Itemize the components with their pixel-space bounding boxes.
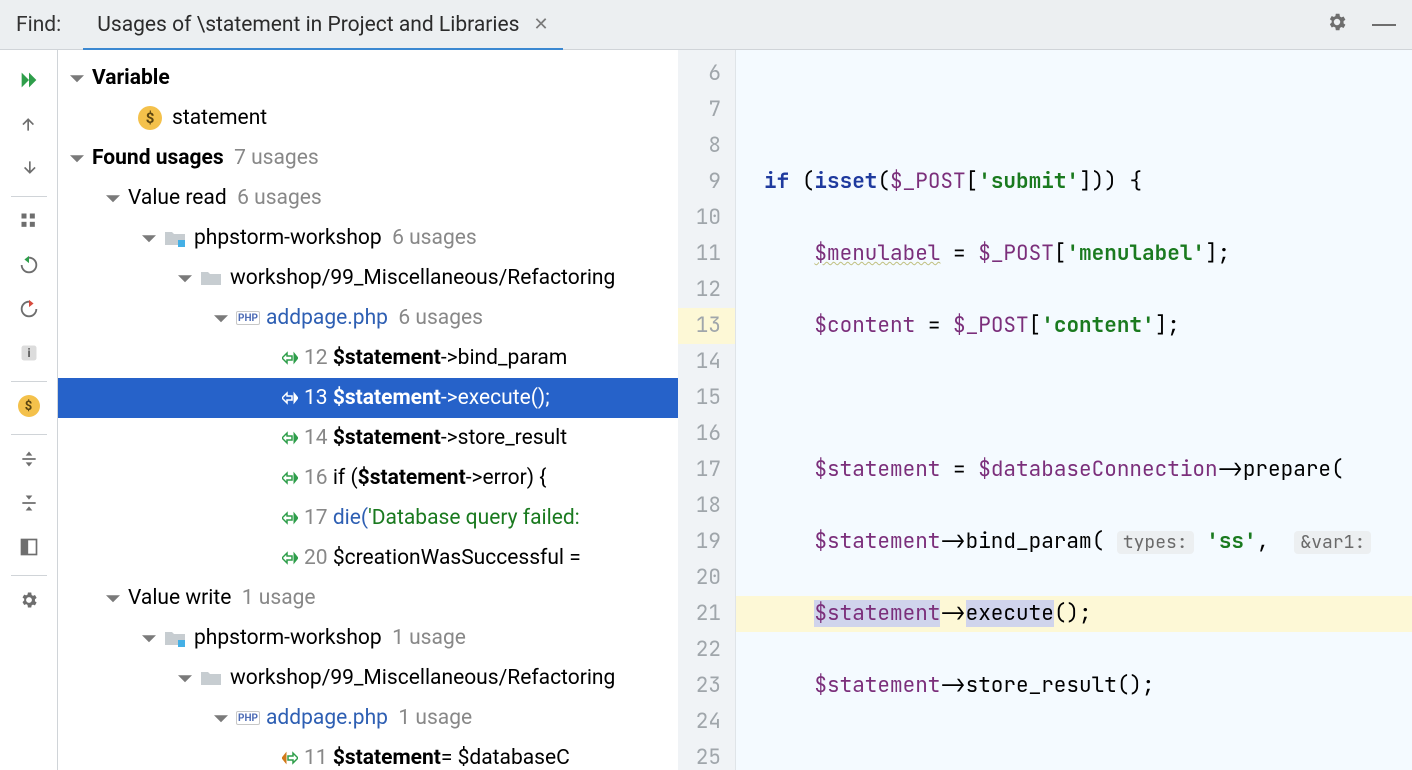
chevron-down-icon[interactable] <box>68 151 86 165</box>
usage-row[interactable]: 11 $statement = $databaseC <box>58 738 678 770</box>
variable-name: statement <box>172 106 267 130</box>
chevron-down-icon[interactable] <box>212 311 230 325</box>
read-usage-icon <box>282 551 298 565</box>
expand-icon[interactable] <box>9 439 49 479</box>
usage-row[interactable]: 16 if ($statement->error) { <box>58 458 678 498</box>
project-folder-icon <box>164 629 186 647</box>
read-usage-icon <box>282 351 298 365</box>
info-icon[interactable]: i <box>9 333 49 373</box>
read-usage-icon <box>282 471 298 485</box>
variable-badge-icon: $ <box>138 106 162 130</box>
settings-icon[interactable] <box>9 580 49 620</box>
usage-row[interactable]: 17 die('Database query failed: <box>58 498 678 538</box>
found-usages-heading: Found usages <box>92 146 224 170</box>
write-usage-icon <box>282 751 298 765</box>
find-toolbar: Find: Usages of \statement in Project an… <box>0 0 1412 50</box>
read-usage-icon <box>282 391 298 405</box>
chevron-down-icon[interactable] <box>212 711 230 725</box>
folder-icon <box>200 669 222 687</box>
group-icon[interactable] <box>9 201 49 241</box>
code-preview: 678910111213141516171819202122232425 if … <box>678 50 1412 770</box>
chevron-down-icon[interactable] <box>176 271 194 285</box>
usage-row[interactable]: 12 $statement->bind_param <box>58 338 678 378</box>
folder-icon <box>200 269 222 287</box>
chevron-down-icon[interactable] <box>68 71 86 85</box>
prev-icon[interactable] <box>9 104 49 144</box>
gutter: 678910111213141516171819202122232425 <box>678 50 736 770</box>
variable-heading: Variable <box>92 66 170 90</box>
project-name: phpstorm-workshop <box>194 226 382 250</box>
rerun-icon[interactable] <box>9 60 49 100</box>
close-icon[interactable]: ✕ <box>533 14 548 35</box>
gear-icon[interactable] <box>1326 11 1348 38</box>
find-label: Find: <box>16 13 61 37</box>
found-count: 7 usages <box>234 146 319 170</box>
tab-title: Usages of \statement in Project and Libr… <box>97 13 519 37</box>
dollar-icon[interactable]: $ <box>9 386 49 426</box>
export-green-icon[interactable] <box>9 245 49 285</box>
php-file-icon: PHP <box>236 311 260 325</box>
code-area[interactable]: if (isset($_POST['submit'])) { $menulabe… <box>736 50 1412 770</box>
read-usage-icon <box>282 511 298 525</box>
chevron-down-icon[interactable] <box>140 231 158 245</box>
read-usage-icon <box>282 431 298 445</box>
usage-row-selected[interactable]: 13 $statement->execute(); <box>58 378 678 418</box>
chevron-down-icon[interactable] <box>140 631 158 645</box>
dir-name: workshop/99_Miscellaneous/Refactoring <box>230 266 615 290</box>
php-file-icon: PHP <box>236 711 260 725</box>
find-tab[interactable]: Usages of \statement in Project and Libr… <box>97 13 548 37</box>
export-red-icon[interactable] <box>9 289 49 329</box>
svg-text:i: i <box>27 346 30 360</box>
usages-tree[interactable]: Variable $ statement Found usages 7 usage… <box>58 50 678 770</box>
chevron-down-icon[interactable] <box>104 191 122 205</box>
value-read-label: Value read <box>128 186 227 210</box>
collapse-icon[interactable] <box>9 483 49 523</box>
chevron-down-icon[interactable] <box>176 671 194 685</box>
next-icon[interactable] <box>9 148 49 188</box>
usage-row[interactable]: 20 $creationWasSuccessful = <box>58 538 678 578</box>
file-name: addpage.php <box>266 306 388 330</box>
minimize-icon[interactable] <box>1372 24 1396 26</box>
tool-icon-column: i $ <box>0 50 58 770</box>
value-write-label: Value write <box>128 586 231 610</box>
project-folder-icon <box>164 229 186 247</box>
preview-icon[interactable] <box>9 527 49 567</box>
chevron-down-icon[interactable] <box>104 591 122 605</box>
usage-row[interactable]: 14 $statement->store_result <box>58 418 678 458</box>
